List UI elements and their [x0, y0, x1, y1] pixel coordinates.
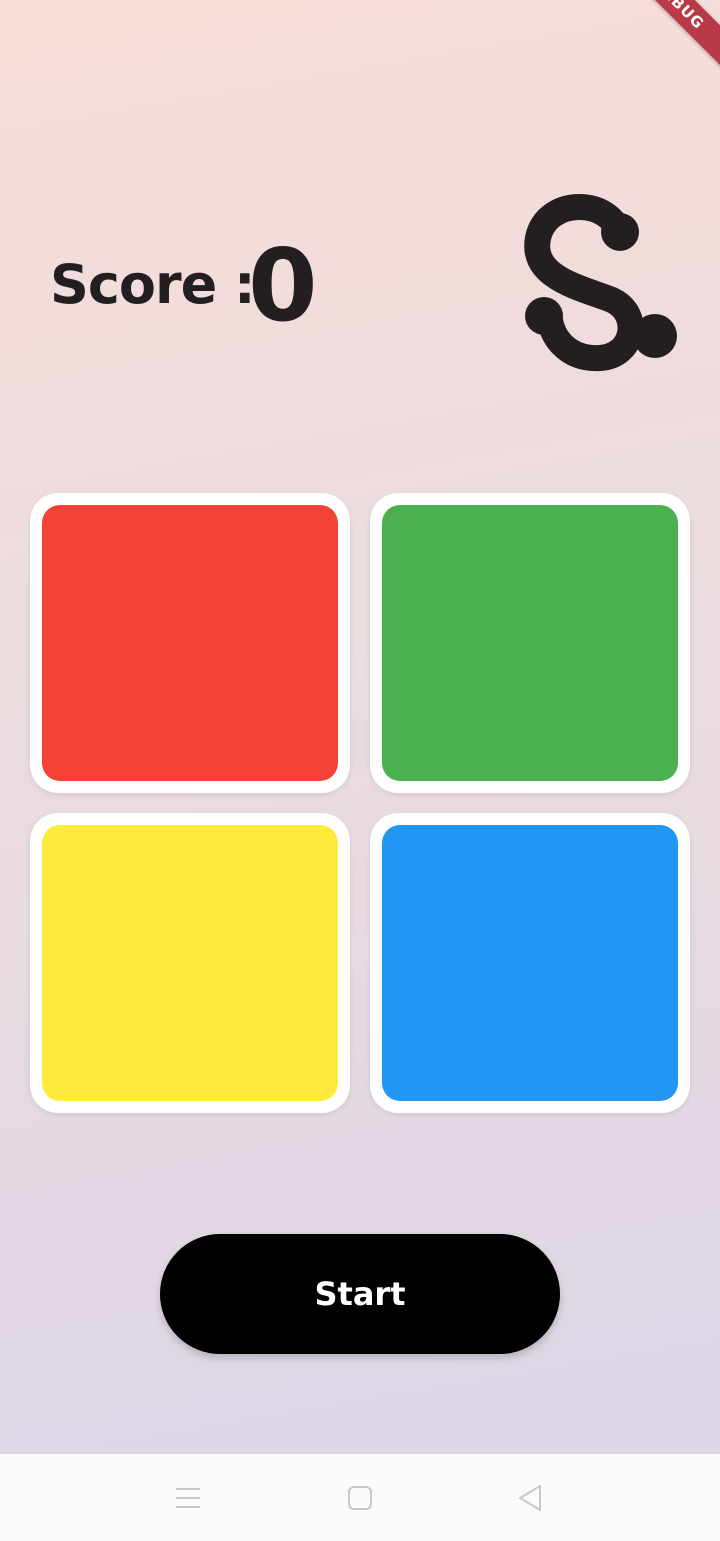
home-square-icon [348, 1486, 372, 1510]
back-triangle-icon [519, 1485, 541, 1511]
yellow-tile-fill [42, 825, 338, 1101]
menu-icon [176, 1488, 200, 1508]
home-button[interactable] [340, 1478, 380, 1518]
debug-banner: DEBUG [616, 0, 720, 67]
red-tile-fill [42, 505, 338, 781]
green-tile[interactable] [370, 493, 690, 793]
back-button[interactable] [510, 1478, 550, 1518]
red-tile[interactable] [30, 493, 350, 793]
app-screen: DEBUG Score : 0 Start [0, 0, 720, 1454]
score-label: Score : [50, 253, 256, 316]
menu-button[interactable] [168, 1478, 208, 1518]
blue-tile-fill [382, 825, 678, 1101]
yellow-tile[interactable] [30, 813, 350, 1113]
green-tile-fill [382, 505, 678, 781]
s-logo-icon [524, 194, 677, 372]
start-button[interactable]: Start [160, 1234, 560, 1354]
system-navigation-bar [0, 1454, 720, 1541]
blue-tile[interactable] [370, 813, 690, 1113]
score-value: 0 [248, 227, 318, 344]
